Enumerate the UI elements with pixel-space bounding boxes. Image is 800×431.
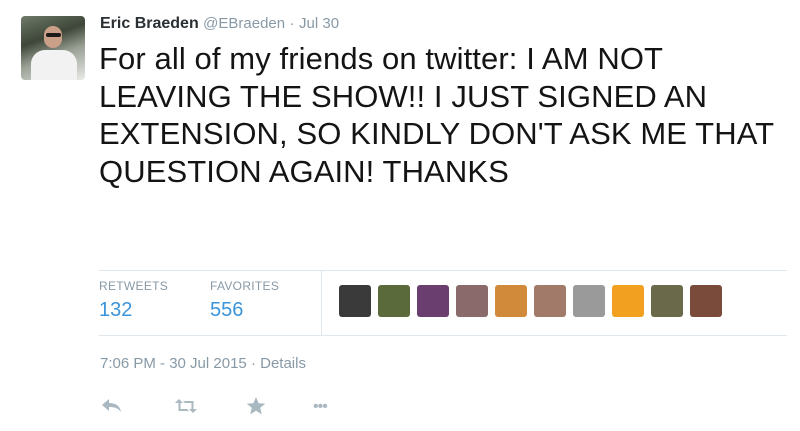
tweet-meta: 7:06 PM - 30 Jul 2015 · Details <box>100 355 306 372</box>
avatar-head <box>44 26 62 48</box>
profile-avatar[interactable] <box>21 16 85 80</box>
retweets-stat[interactable]: RETWEETS 132 <box>99 279 168 322</box>
tweet-date[interactable]: Jul 30 <box>299 15 339 32</box>
retweet-icon[interactable] <box>172 396 200 416</box>
favoriter-avatar-9[interactable] <box>651 285 683 317</box>
favoriter-avatar-7[interactable] <box>573 285 605 317</box>
favoriter-avatar-10[interactable] <box>690 285 722 317</box>
tweet-stats: RETWEETS 132 FAVORITES 556 <box>99 270 787 336</box>
favoriter-avatar-5[interactable] <box>495 285 527 317</box>
header-separator: · <box>289 15 295 32</box>
favoriter-avatar-8[interactable] <box>612 285 644 317</box>
user-handle[interactable]: @EBraeden <box>203 15 285 32</box>
tweet-header: Eric Braeden @EBraeden · Jul 30 <box>100 14 339 34</box>
favoriter-avatar-2[interactable] <box>378 285 410 317</box>
favorites-count: 556 <box>210 299 244 321</box>
retweets-count: 132 <box>99 299 133 321</box>
retweets-label: RETWEETS <box>99 279 169 293</box>
user-name[interactable]: Eric Braeden <box>100 15 199 32</box>
more-options-icon[interactable]: ••• <box>313 396 328 418</box>
favoriter-avatar-3[interactable] <box>417 285 449 317</box>
favorites-label: FAVORITES <box>210 279 280 293</box>
stats-divider <box>321 271 322 335</box>
favorites-stat[interactable]: FAVORITES 556 <box>210 279 279 322</box>
favoriter-avatar-1[interactable] <box>339 285 371 317</box>
avatar-sunglasses <box>46 33 61 37</box>
tweet-timestamp: 7:06 PM - 30 Jul 2015 <box>100 355 247 372</box>
favorite-star-icon[interactable] <box>245 396 267 416</box>
reply-icon[interactable] <box>100 396 124 416</box>
details-link[interactable]: Details <box>260 355 306 372</box>
tweet-text: For all of my friends on twitter: I AM N… <box>99 41 774 189</box>
favoriter-avatar-6[interactable] <box>534 285 566 317</box>
avatar-shirt <box>31 50 77 80</box>
meta-separator: · <box>250 355 256 372</box>
favoriter-avatar-4[interactable] <box>456 285 488 317</box>
